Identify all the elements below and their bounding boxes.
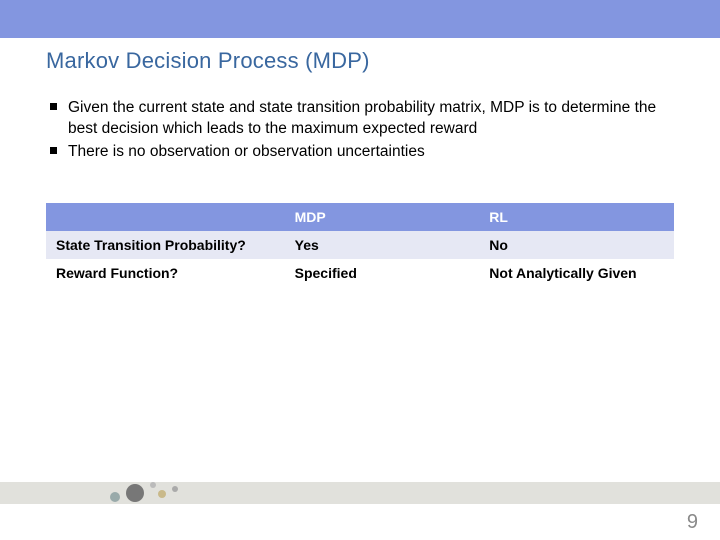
top-accent-bar: [0, 0, 720, 38]
deco-circle: [172, 486, 178, 492]
slide-title: Markov Decision Process (MDP): [46, 48, 674, 74]
table-cell: Yes: [285, 231, 480, 259]
table-cell-label: Reward Function?: [46, 259, 285, 287]
bullet-list: Given the current state and state transi…: [50, 98, 674, 163]
table-header-row: MDP RL: [46, 203, 674, 231]
table-cell: Specified: [285, 259, 480, 287]
table-header-cell: MDP: [285, 203, 480, 231]
table-header-cell: RL: [479, 203, 674, 231]
table-row: State Transition Probability? Yes No: [46, 231, 674, 259]
footer-decoration: [110, 480, 200, 506]
slide-content: Markov Decision Process (MDP) Given the …: [0, 38, 720, 287]
comparison-table: MDP RL State Transition Probability? Yes…: [46, 203, 674, 287]
bullet-item: Given the current state and state transi…: [50, 98, 674, 140]
deco-circle: [158, 490, 166, 498]
table-cell-label: State Transition Probability?: [46, 231, 285, 259]
table-cell: No: [479, 231, 674, 259]
table-row: Reward Function? Specified Not Analytica…: [46, 259, 674, 287]
deco-circle: [150, 482, 156, 488]
deco-circle: [110, 492, 120, 502]
table-cell: Not Analytically Given: [479, 259, 674, 287]
table-header-cell: [46, 203, 285, 231]
bullet-item: There is no observation or observation u…: [50, 142, 674, 163]
page-number: 9: [687, 511, 698, 534]
deco-circle: [126, 484, 144, 502]
footer-band: [0, 482, 720, 504]
